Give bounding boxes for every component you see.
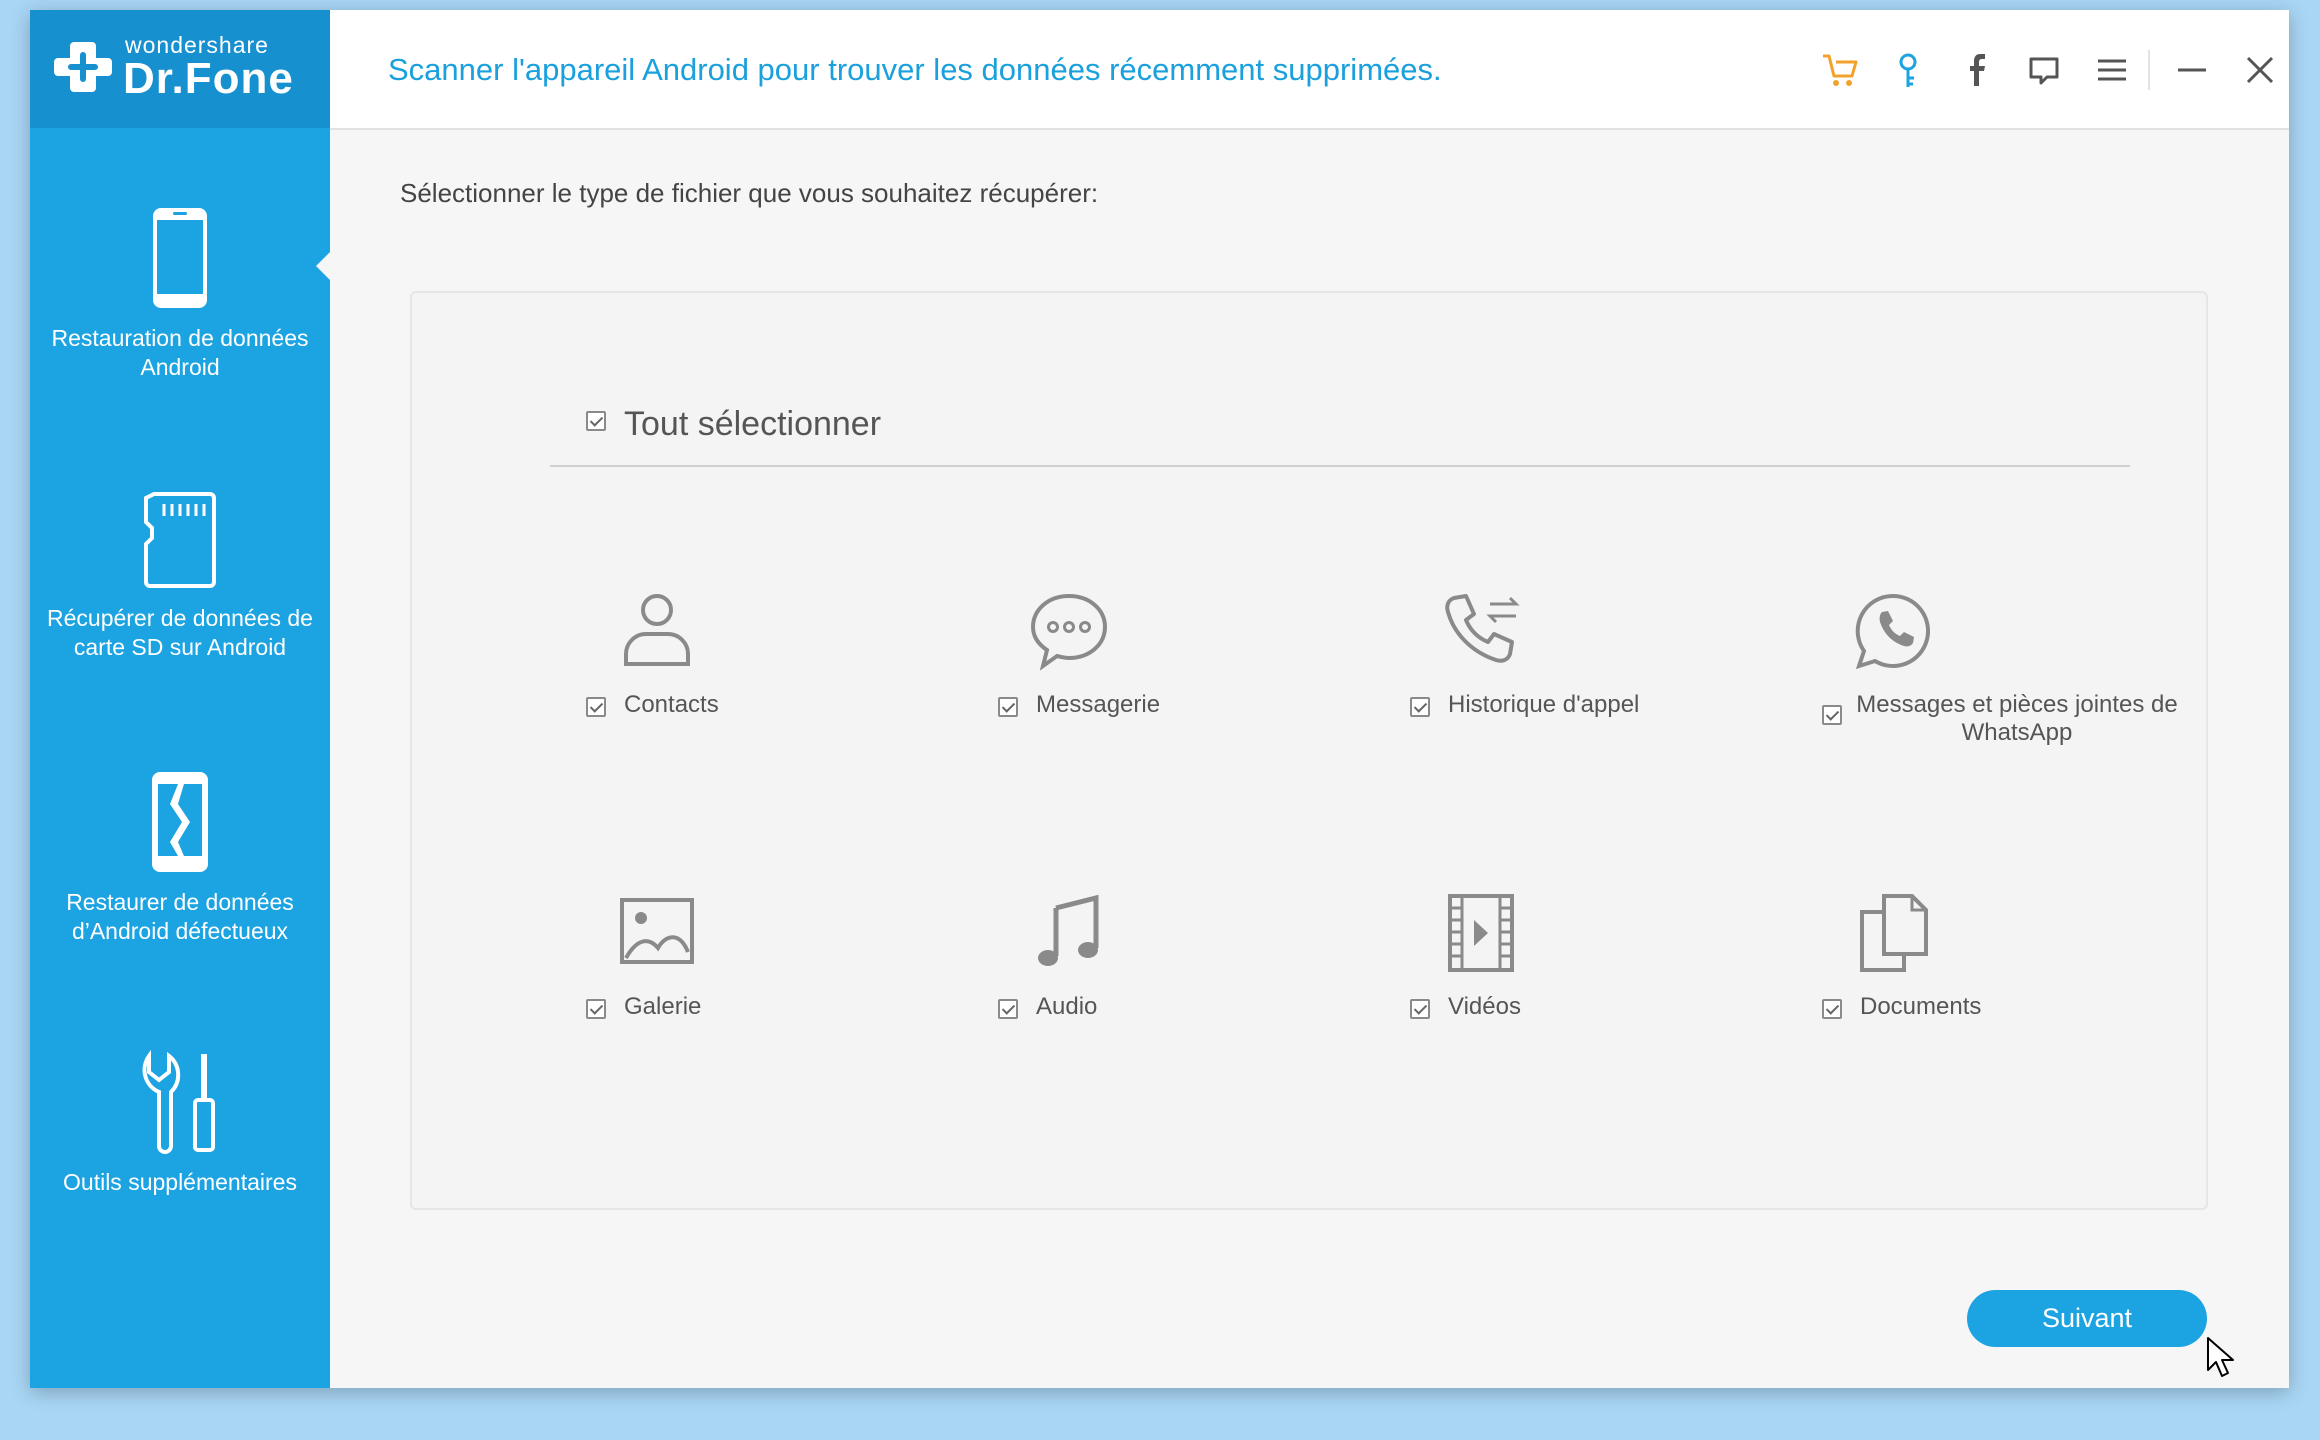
file-type-contacts[interactable]: Contacts: [586, 590, 956, 780]
file-type-label: Messagerie: [1036, 691, 1161, 718]
app-window: wondershare Dr.Fone Restauration de donn…: [30, 10, 2289, 1388]
phone-icon: [153, 208, 207, 308]
feedback-icon[interactable]: [2024, 50, 2064, 90]
key-icon[interactable]: [1888, 50, 1928, 90]
sidebar-item-android-recovery[interactable]: Restauration de données Android: [30, 206, 330, 382]
checkbox-checked-icon[interactable]: [1822, 705, 1842, 725]
file-type-call-history[interactable]: Historique d'appel: [1410, 590, 1780, 780]
checkbox-checked-icon[interactable]: [998, 697, 1018, 717]
logo-product: Dr.Fone: [123, 54, 294, 103]
select-all-label: Tout sélectionner: [624, 405, 882, 443]
facebook-icon[interactable]: [1956, 50, 1996, 90]
plus-cross-icon: [54, 42, 112, 92]
person-icon: [616, 590, 698, 672]
checkbox-checked-icon[interactable]: [1822, 999, 1842, 1019]
sidebar-item-label: Restauration de données Android: [51, 325, 309, 380]
sidebar-item-broken-android[interactable]: Restaurer de données d’Android défectueu…: [30, 770, 330, 946]
chat-bubble-icon: [1028, 590, 1110, 672]
file-type-documents[interactable]: Documents: [1822, 892, 2192, 1082]
film-icon: [1440, 892, 1522, 974]
sidebar-item-label: Outils supplémentaires: [63, 1169, 297, 1195]
checkbox-checked-icon[interactable]: [998, 999, 1018, 1019]
file-type-whatsapp[interactable]: Messages et pièces jointes de WhatsApp: [1822, 590, 2192, 780]
music-note-icon: [1028, 892, 1110, 974]
file-type-label: Documents: [1860, 993, 1982, 1020]
sidebar-item-sd-card[interactable]: Récupérer de données de carte SD sur And…: [30, 490, 330, 662]
checkbox-checked-icon[interactable]: [1410, 697, 1430, 717]
file-type-label: Vidéos: [1448, 993, 1521, 1020]
divider: [550, 465, 2130, 467]
file-type-videos[interactable]: Vidéos: [1410, 892, 1780, 1082]
checkbox-checked-icon[interactable]: [1410, 999, 1430, 1019]
sidebar-item-label: Restaurer de données d’Android défectueu…: [66, 889, 294, 944]
close-icon[interactable]: [2240, 50, 2280, 90]
file-type-audio[interactable]: Audio: [998, 892, 1368, 1082]
file-type-messages[interactable]: Messagerie: [998, 590, 1368, 780]
call-history-icon: [1440, 590, 1522, 672]
checkbox-checked-icon[interactable]: [586, 697, 606, 717]
whatsapp-icon: [1852, 590, 1934, 672]
image-icon: [616, 892, 698, 974]
broken-phone-icon: [152, 772, 208, 872]
cart-icon[interactable]: [1820, 50, 1860, 90]
instruction-text: Sélectionner le type de fichier que vous…: [400, 178, 1099, 208]
file-type-gallery[interactable]: Galerie: [586, 892, 956, 1082]
checkbox-checked-icon[interactable]: [586, 999, 606, 1019]
page-title: Scanner l'appareil Android pour trouver …: [388, 52, 1442, 87]
minimize-icon[interactable]: [2172, 50, 2212, 90]
tools-icon: [142, 1050, 215, 1154]
header: Scanner l'appareil Android pour trouver …: [330, 10, 2289, 130]
mouse-cursor-icon: [2207, 1337, 2234, 1377]
sidebar-item-tools[interactable]: Outils supplémentaires: [30, 1050, 330, 1197]
file-type-label: Historique d'appel: [1448, 691, 1640, 718]
file-type-label: Messages et pièces jointes de WhatsApp: [1856, 691, 2178, 746]
checkbox-checked-icon[interactable]: [586, 411, 606, 431]
file-type-label: Galerie: [624, 993, 702, 1020]
logo: wondershare Dr.Fone: [30, 10, 330, 128]
file-type-label: Contacts: [624, 691, 719, 718]
next-button[interactable]: Suivant: [1967, 1290, 2207, 1347]
documents-icon: [1852, 892, 1934, 974]
header-separator: [2148, 50, 2150, 90]
sidebar-item-label: Récupérer de données de carte SD sur And…: [47, 605, 313, 660]
menu-icon[interactable]: [2092, 50, 2132, 90]
sd-card-icon: [144, 492, 216, 588]
file-type-label: Audio: [1036, 993, 1098, 1020]
active-indicator: [316, 252, 330, 280]
sidebar: wondershare Dr.Fone Restauration de donn…: [30, 10, 330, 1388]
